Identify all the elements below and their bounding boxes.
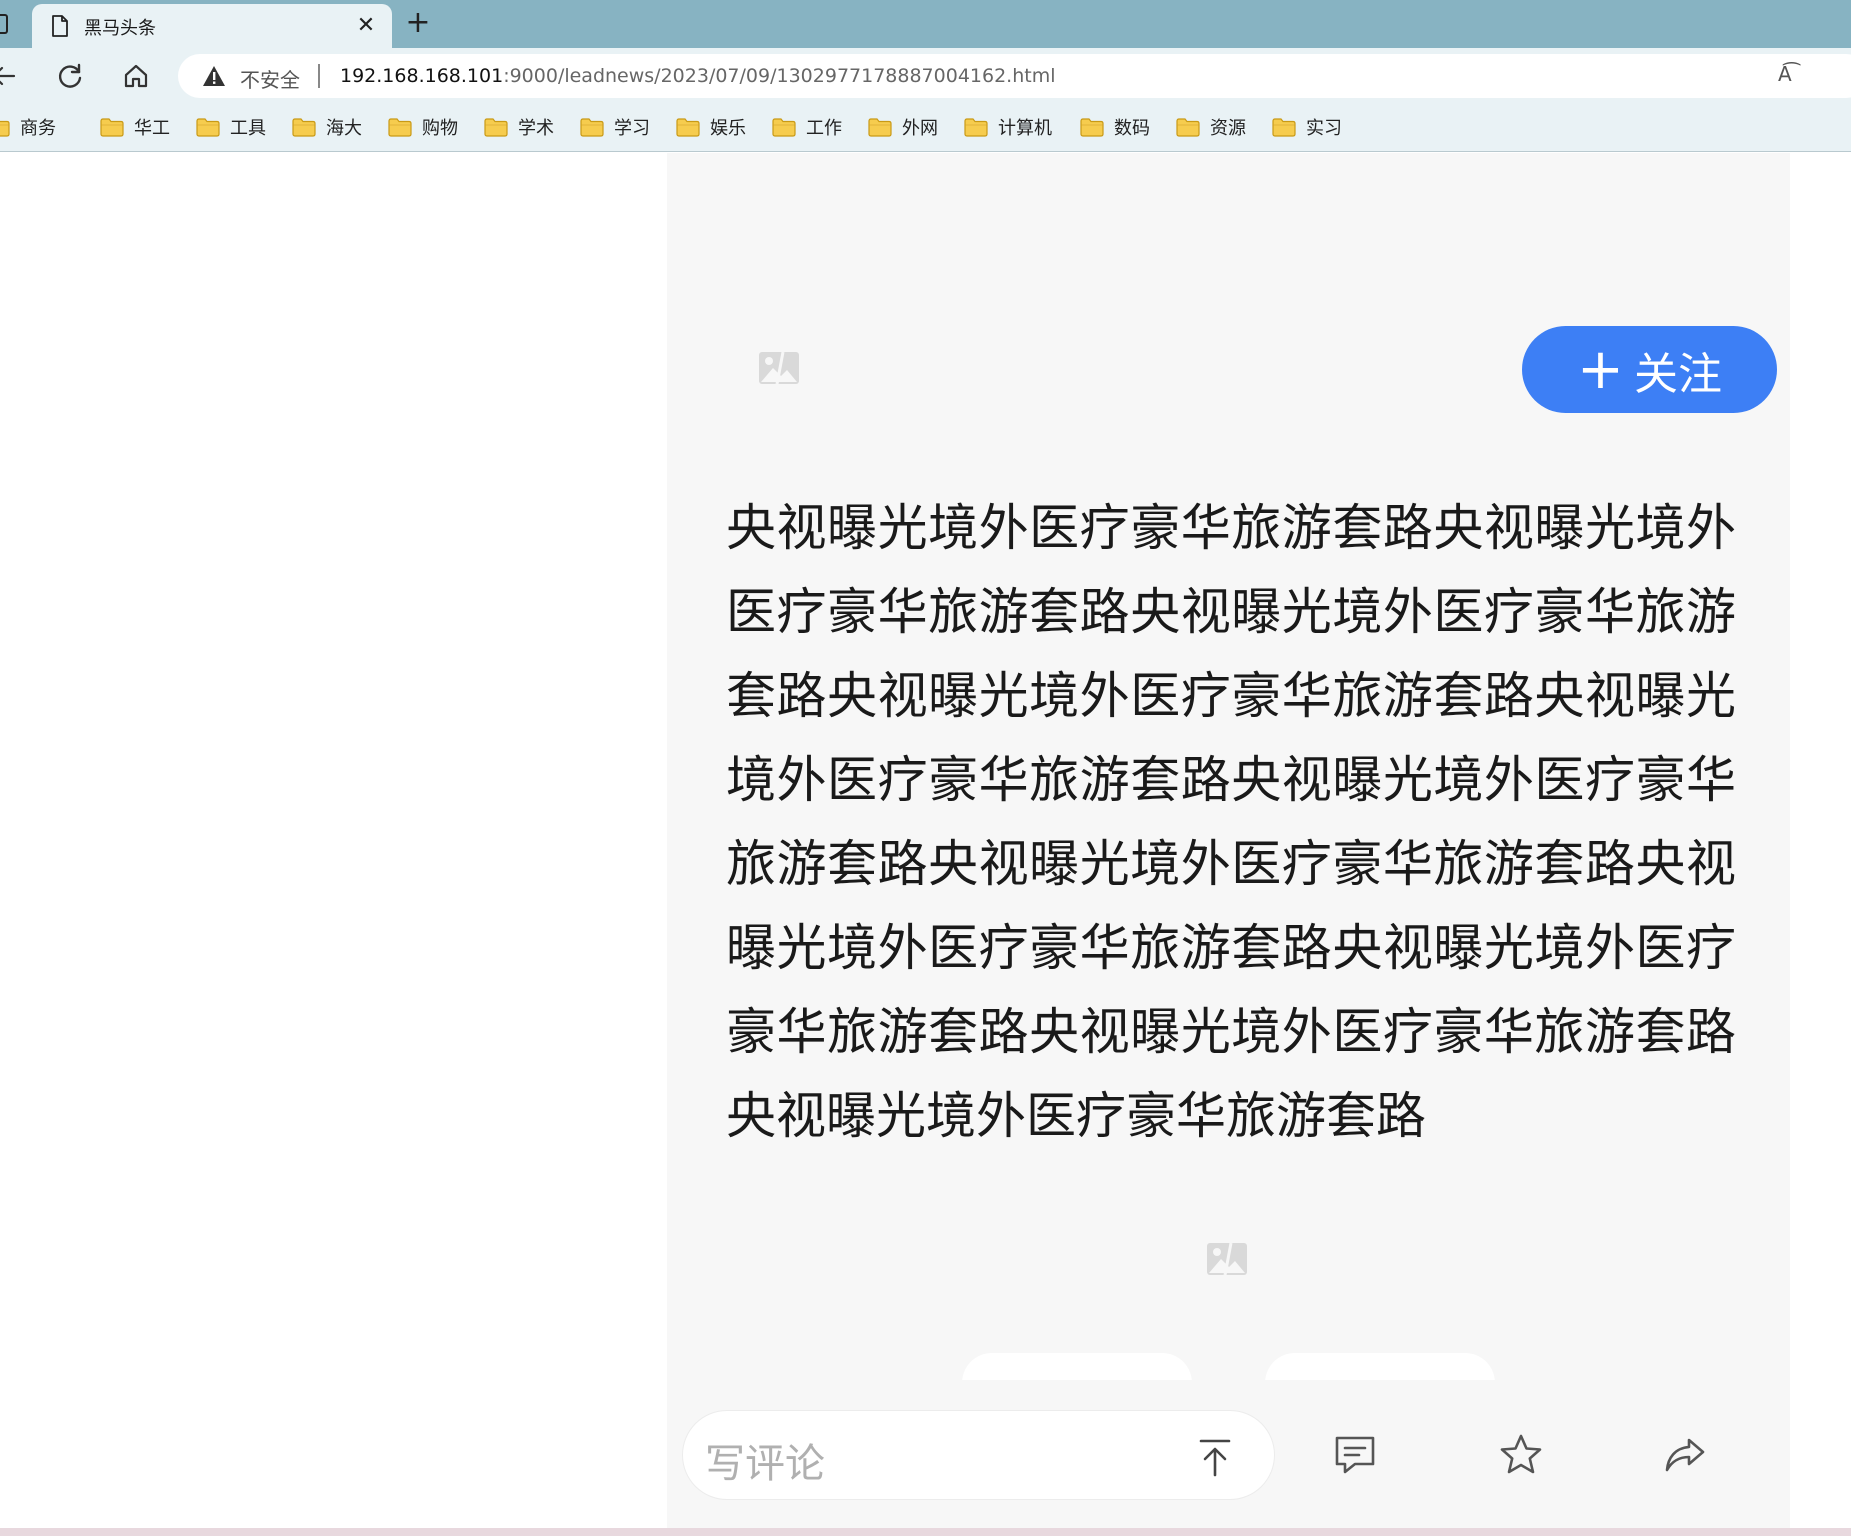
bookmark-label: 购物 [422,118,458,139]
address-divider [318,64,320,88]
action-pill[interactable] [1265,1353,1495,1380]
bookmark-label: 学习 [614,118,650,139]
folder-icon [484,117,508,137]
share-icon[interactable] [1661,1432,1709,1478]
folder-icon [0,120,10,137]
folder-icon [292,117,316,137]
follow-button[interactable]: + 关注 [1522,326,1777,413]
page-icon [52,15,68,37]
bookmark-item[interactable]: 学习 [580,114,650,140]
plus-icon: + [1577,336,1624,402]
folder-icon [388,117,412,137]
bookmark-item[interactable]: 数码 [1080,114,1150,140]
folder-icon [196,117,220,137]
folder-icon [772,117,796,137]
bookmarks-bar: 商务 华工 工具 海大 购物 学术 学习 娱乐 工作 外网 计算机 数码 资源 实习 [0,104,1851,152]
bookmark-label: 海大 [326,118,362,139]
article-container: + 关注 央视曝光境外医疗豪华旅游套路央视曝光境外医疗豪华旅游套路央视曝光境外医… [667,153,1790,1380]
folder-icon [580,117,604,137]
bookmark-item[interactable]: 外网 [868,114,938,140]
bookmark-item[interactable]: 购物 [388,114,458,140]
bookmark-item[interactable]: 商务 [0,114,56,140]
read-aloud-icon[interactable]: A͡ [1778,62,1792,86]
folder-icon [868,117,892,137]
browser-tab[interactable]: 黑马头条 ✕ [32,4,392,48]
bookmark-item[interactable]: 实习 [1272,114,1342,140]
folder-icon [1176,117,1200,137]
comment-input[interactable]: 写评论 [682,1410,1275,1500]
browser-toolbar: 不安全 192.168.168.101:9000/leadnews/2023/0… [0,48,1851,104]
bookmark-item[interactable]: 资源 [1176,114,1246,140]
bookmark-item[interactable]: 学术 [484,114,554,140]
tab-actions-icon[interactable] [0,14,8,34]
window-edge [0,1528,1851,1536]
folder-icon [100,117,124,137]
security-label[interactable]: 不安全 [240,64,300,93]
bookmark-label: 华工 [134,118,170,139]
comment-placeholder: 写评论 [705,1441,825,1487]
new-tab-button[interactable]: + [402,8,434,40]
home-icon[interactable] [118,58,154,94]
send-icon[interactable] [1193,1433,1237,1481]
article-body: 央视曝光境外医疗豪华旅游套路央视曝光境外医疗豪华旅游套路央视曝光境外医疗豪华旅游… [726,499,1736,1145]
reload-icon[interactable] [52,58,88,94]
bookmark-item[interactable]: 工具 [196,114,266,140]
bookmark-label: 数码 [1114,118,1150,139]
back-arrow-icon[interactable] [0,58,22,94]
url-host: 192.168.168.101 [340,65,504,87]
bookmark-label: 娱乐 [710,118,746,139]
bookmark-item[interactable]: 华工 [100,114,170,140]
broken-image-icon [759,351,799,385]
comment-bar: 写评论 [667,1380,1790,1528]
bookmark-label: 资源 [1210,118,1246,139]
tab-title: 黑马头条 [84,18,156,39]
bookmark-label: 工作 [806,118,842,139]
follow-label: 关注 [1633,348,1722,400]
bookmark-label: 工具 [230,118,266,139]
bookmark-item[interactable]: 计算机 [964,114,1052,140]
bookmark-label: 外网 [902,118,938,139]
folder-icon [964,117,988,137]
folder-icon [676,117,700,137]
broken-image-icon [1207,1242,1247,1276]
bookmark-label: 商务 [20,118,56,139]
bookmark-item[interactable]: 娱乐 [676,114,746,140]
address-bar[interactable]: 不安全 192.168.168.101:9000/leadnews/2023/0… [178,54,1851,98]
comments-icon[interactable] [1331,1432,1379,1478]
url-path: :9000/leadnews/2023/07/09/13029771788870… [503,65,1056,87]
bookmark-item[interactable]: 工作 [772,114,842,140]
close-icon[interactable]: ✕ [352,12,380,40]
folder-icon [1080,117,1104,137]
bookmark-label: 实习 [1306,118,1342,139]
url-text[interactable]: 192.168.168.101:9000/leadnews/2023/07/09… [340,65,1056,87]
tab-strip: 黑马头条 ✕ + [0,0,1851,48]
folder-icon [1272,117,1296,137]
bookmark-item[interactable]: 海大 [292,114,362,140]
warning-icon[interactable] [202,65,226,87]
bookmark-label: 学术 [518,118,554,139]
action-pill[interactable] [962,1353,1192,1380]
star-icon[interactable] [1497,1432,1545,1478]
bookmark-label: 计算机 [998,118,1052,139]
